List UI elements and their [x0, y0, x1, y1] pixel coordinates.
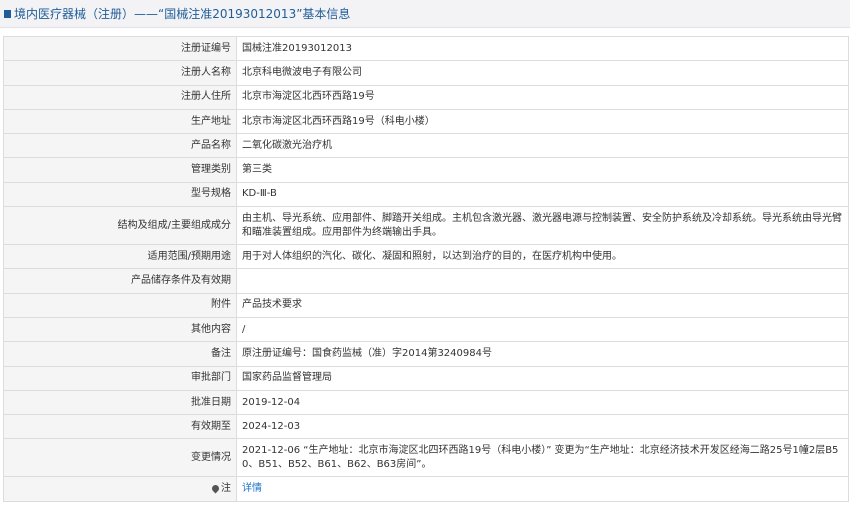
note-label-cell: 注 — [3, 476, 237, 502]
row-value: 二氧化碳激光治疗机 — [236, 133, 849, 159]
row-label: 生产地址 — [3, 108, 237, 135]
row-label: 产品名称 — [3, 133, 237, 159]
table-row: 适用范围/预期用途 用于对人体组织的汽化、碳化、凝固和照射，以达到治疗的目的，在… — [3, 244, 849, 270]
row-value: 产品技术要求 — [236, 292, 849, 318]
details-link[interactable]: 详情 — [242, 483, 262, 494]
table-row: 型号规格 KD-Ⅲ-B — [3, 181, 849, 208]
page-header: 境内医疗器械（注册）——“国械注准20193012013”基本信息 — [0, 0, 850, 28]
row-value: 国械注准20193012013 — [236, 35, 849, 62]
table-row: 备注 原注册证编号：国食药监械（准）字2014第3240984号 — [3, 341, 849, 367]
row-value: 2024-12-03 — [236, 414, 849, 440]
table-row: 结构及组成/主要组成成分 由主机、导光系统、应用部件、脚踏开关组成。主机包含激光… — [3, 206, 849, 246]
row-value: 北京科电微波电子有限公司 — [236, 60, 849, 86]
table-row: 注册人名称 北京科电微波电子有限公司 — [3, 60, 849, 86]
table-row: 管理类别 第三类 — [3, 157, 849, 183]
table-row: 注册证编号 国械注准20193012013 — [3, 35, 849, 62]
row-label: 注册证编号 — [3, 35, 237, 62]
row-value: 2021-12-06 “生产地址：北京市海淀区北四环西路19号（科电小楼）” 变… — [236, 438, 849, 478]
table-row: 其他内容 / — [3, 316, 849, 343]
row-value: 北京市海淀区北西环西路19号（科电小楼） — [236, 108, 849, 135]
row-value: KD-Ⅲ-B — [236, 181, 849, 208]
row-label: 其他内容 — [3, 316, 237, 343]
table-row: 附件 产品技术要求 — [3, 292, 849, 318]
row-label: 附件 — [3, 292, 237, 318]
table-row: 审批部门 国家药品监督管理局 — [3, 365, 849, 391]
row-label: 型号规格 — [3, 181, 237, 208]
table-row: 有效期至 2024-12-03 — [3, 414, 849, 440]
row-label: 管理类别 — [3, 157, 237, 183]
note-label: 注 — [221, 483, 231, 495]
row-value: / — [236, 316, 849, 343]
row-value: 由主机、导光系统、应用部件、脚踏开关组成。主机包含激光器、激光器电源与控制装置、… — [236, 206, 849, 246]
row-label: 注册人住所 — [3, 84, 237, 110]
row-label: 有效期至 — [3, 414, 237, 440]
row-label: 产品储存条件及有效期 — [3, 268, 237, 294]
row-value: 国家药品监督管理局 — [236, 365, 849, 391]
row-value: 用于对人体组织的汽化、碳化、凝固和照射，以达到治疗的目的，在医疗机构中使用。 — [236, 244, 849, 270]
row-value: 北京市海淀区北西环西路19号 — [236, 84, 849, 110]
info-table: 注册证编号 国械注准20193012013 注册人名称 北京科电微波电子有限公司… — [3, 35, 849, 502]
row-label: 备注 — [3, 341, 237, 367]
table-row: 批准日期 2019-12-04 — [3, 389, 849, 416]
page-title: 境内医疗器械（注册）——“国械注准20193012013”基本信息 — [14, 7, 351, 21]
table-row: 生产地址 北京市海淀区北西环西路19号（科电小楼） — [3, 108, 849, 135]
row-value: 2019-12-04 — [236, 389, 849, 416]
table-row: 变更情况 2021-12-06 “生产地址：北京市海淀区北四环西路19号（科电小… — [3, 438, 849, 478]
flag-icon — [4, 9, 11, 18]
note-value-cell: 详情 — [236, 476, 849, 502]
row-label: 结构及组成/主要组成成分 — [3, 206, 237, 246]
table-row: 注册人住所 北京市海淀区北西环西路19号 — [3, 84, 849, 110]
row-value: 原注册证编号：国食药监械（准）字2014第3240984号 — [236, 341, 849, 367]
row-label: 适用范围/预期用途 — [3, 244, 237, 270]
row-label: 审批部门 — [3, 365, 237, 391]
table-row-note: 注 详情 — [3, 476, 849, 502]
row-label: 注册人名称 — [3, 60, 237, 86]
info-table-container: 注册证编号 国械注准20193012013 注册人名称 北京科电微波电子有限公司… — [3, 35, 849, 502]
table-row: 产品名称 二氧化碳激光治疗机 — [3, 133, 849, 159]
pin-icon — [210, 483, 221, 494]
row-label: 变更情况 — [3, 438, 237, 478]
row-value — [236, 268, 849, 294]
row-label: 批准日期 — [3, 389, 237, 416]
row-value: 第三类 — [236, 157, 849, 183]
table-row: 产品储存条件及有效期 — [3, 268, 849, 294]
